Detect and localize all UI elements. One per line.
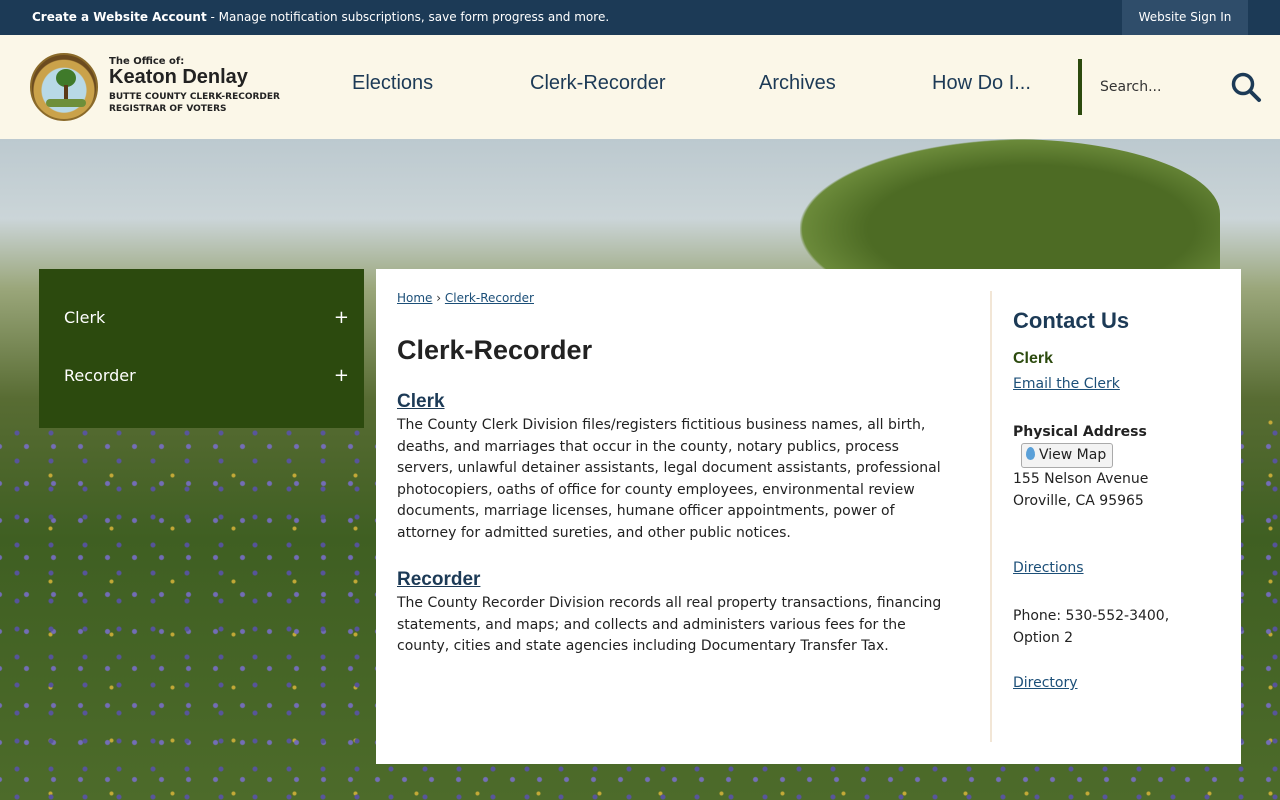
promo-text: - Manage notification subscriptions, sav… <box>206 10 610 24</box>
create-account-link[interactable]: Create a Website Account <box>32 10 207 24</box>
column-divider <box>990 291 992 742</box>
view-map-label: View Map <box>1039 447 1107 463</box>
logo-registrar: REGISTRAR OF VOTERS <box>109 104 227 114</box>
contact-us-panel: Contact Us Clerk Email the Clerk Physica… <box>1013 269 1233 764</box>
phone-line-2: Option 2 <box>1013 630 1074 646</box>
search-box <box>1078 59 1268 115</box>
side-navigation: Clerk + Recorder + <box>39 269 364 428</box>
logo-name: Keaton Denlay <box>109 66 248 88</box>
email-clerk-link[interactable]: Email the Clerk <box>1013 376 1120 392</box>
phone-line-1: Phone: 530-552-3400, <box>1013 608 1170 624</box>
sidebar-item-clerk[interactable]: Clerk + <box>64 298 354 338</box>
recorder-section-link[interactable]: Recorder <box>397 569 480 591</box>
breadcrumb-home-link[interactable]: Home <box>397 291 432 305</box>
directory-link[interactable]: Directory <box>1013 675 1078 691</box>
expand-plus-icon[interactable]: + <box>334 356 349 396</box>
site-logo[interactable]: The Office of: Keaton Denlay BUTTE COUNT… <box>30 53 280 123</box>
breadcrumb-separator: › <box>436 291 442 305</box>
breadcrumb: Home › Clerk-Recorder <box>397 291 534 305</box>
view-map-button[interactable]: View Map <box>1021 443 1114 468</box>
recorder-section-description: The County Recorder Division records all… <box>397 595 942 654</box>
clerk-section-link[interactable]: Clerk <box>397 391 445 413</box>
breadcrumb-clerk-recorder-link[interactable]: Clerk-Recorder <box>445 291 534 305</box>
account-promo[interactable]: Create a Website Account - Manage notifi… <box>32 10 609 24</box>
website-sign-in-button[interactable]: Website Sign In <box>1122 0 1248 35</box>
content-card: Home › Clerk-Recorder Clerk-Recorder Cle… <box>376 269 1241 764</box>
map-pin-icon <box>1026 447 1035 460</box>
nav-archives[interactable]: Archives <box>759 72 836 95</box>
search-input[interactable] <box>1100 75 1220 99</box>
clerk-section-description: The County Clerk Division files/register… <box>397 417 941 541</box>
logo-department: BUTTE COUNTY CLERK-RECORDER <box>109 92 280 102</box>
site-header: The Office of: Keaton Denlay BUTTE COUNT… <box>0 35 1280 139</box>
directions-link[interactable]: Directions <box>1013 560 1084 576</box>
sidebar-item-label: Clerk <box>64 308 106 327</box>
search-icon[interactable] <box>1230 71 1262 103</box>
oak-tree-graphic <box>800 139 1220 289</box>
nav-clerk-recorder[interactable]: Clerk-Recorder <box>530 72 666 95</box>
top-bar: Create a Website Account - Manage notifi… <box>0 0 1280 35</box>
sidebar-item-recorder[interactable]: Recorder + <box>64 356 354 396</box>
sidebar-item-label: Recorder <box>64 366 136 385</box>
county-seal-icon <box>30 53 98 121</box>
address-city: Oroville, CA 95965 <box>1013 493 1144 509</box>
contact-department: Clerk <box>1013 350 1054 367</box>
nav-elections[interactable]: Elections <box>352 72 433 95</box>
address-street: 155 Nelson Avenue <box>1013 471 1149 487</box>
page-title: Clerk-Recorder <box>397 335 593 365</box>
nav-how-do-i[interactable]: How Do I... <box>932 72 1031 95</box>
expand-plus-icon[interactable]: + <box>334 298 349 338</box>
contact-heading: Contact Us <box>1013 308 1130 333</box>
physical-address-label: Physical Address <box>1013 424 1147 440</box>
